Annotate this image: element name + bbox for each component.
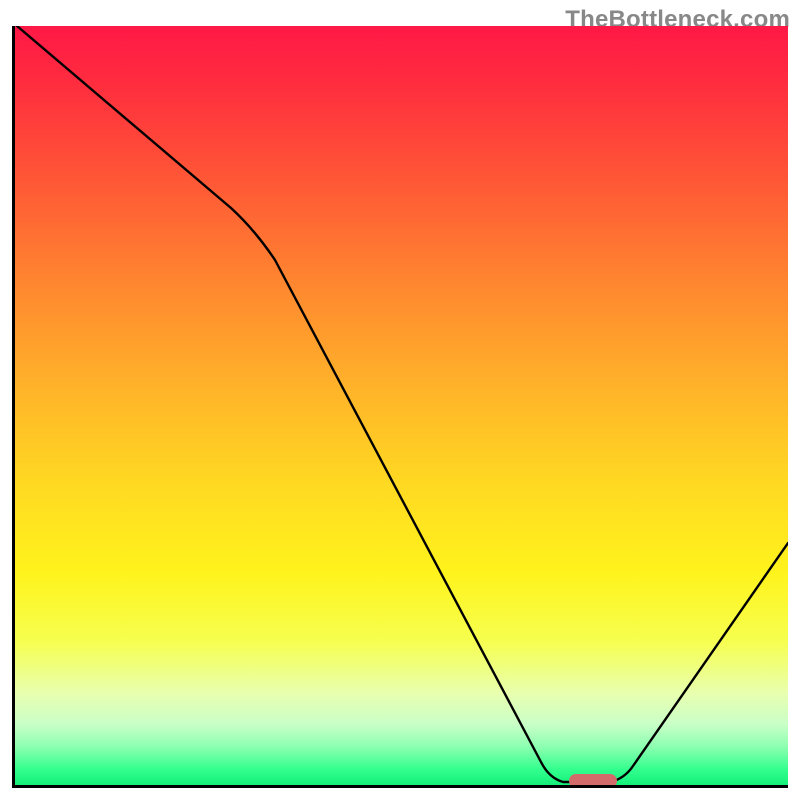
background-gradient — [15, 26, 788, 785]
plot-area — [12, 26, 788, 788]
chart-frame: TheBottleneck.com — [0, 0, 800, 800]
